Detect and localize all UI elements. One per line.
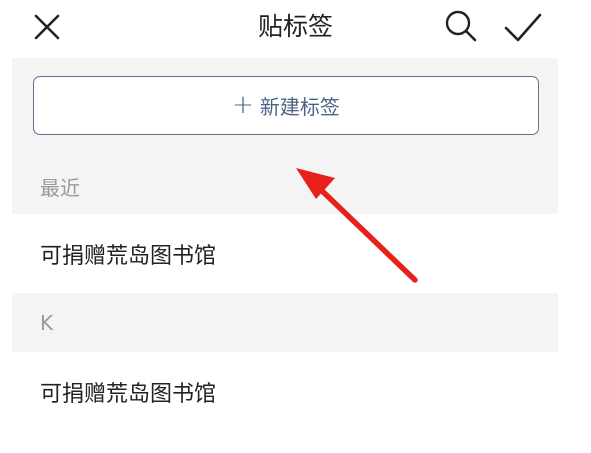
new-tag-label: 新建标签 bbox=[259, 95, 340, 119]
section-header-recent: 最近 bbox=[40, 176, 80, 200]
section-header-k: K bbox=[40, 311, 54, 335]
tag-list-item[interactable]: 可捐赠荒岛图书馆 bbox=[40, 238, 216, 270]
search-icon[interactable] bbox=[443, 8, 481, 46]
checkmark-icon[interactable] bbox=[500, 8, 546, 46]
top-bar: 贴标签 bbox=[0, 0, 591, 58]
section-header-bg bbox=[12, 293, 558, 352]
plus-icon: + bbox=[232, 89, 254, 120]
new-tag-button[interactable]: + 新建标签 bbox=[33, 76, 539, 135]
tag-list-item[interactable]: 可捐赠荒岛图书馆 bbox=[40, 376, 216, 408]
